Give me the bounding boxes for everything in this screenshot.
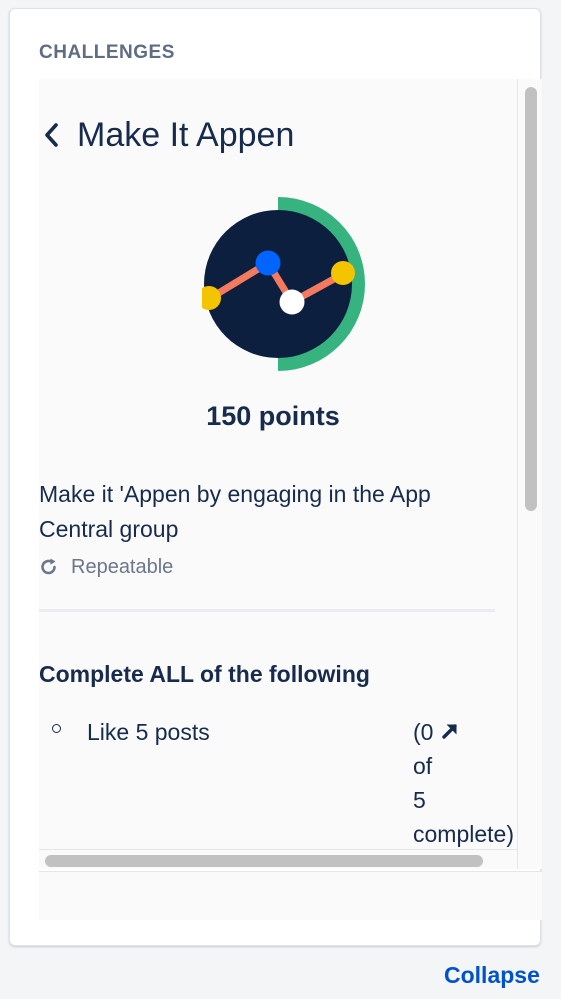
repeatable-label: Repeatable (71, 555, 174, 578)
badge-node-top (255, 250, 281, 276)
progress-of: of (413, 753, 433, 779)
requirement-label: Like 5 posts (87, 719, 210, 745)
arrow-up-right-icon[interactable] (439, 720, 461, 742)
panel-footer-area (39, 872, 542, 920)
progress-total: 5 (413, 787, 426, 813)
challenges-panel: CHALLENGES Make It Appen 150 points Make… (9, 8, 542, 946)
challenge-points: 150 points (206, 401, 340, 431)
horizontal-scrollbar[interactable] (39, 849, 517, 869)
vertical-scrollbar[interactable] (517, 79, 542, 869)
vertical-scrollbar-thumb[interactable] (525, 87, 537, 511)
chevron-left-icon (45, 123, 58, 147)
collapse-link[interactable]: Collapse (444, 962, 540, 989)
refresh-icon (41, 558, 56, 575)
badge-node-center (279, 289, 305, 315)
progress-status: complete) (413, 821, 514, 847)
challenge-detail: Make It Appen 150 points Make it 'Appen … (39, 79, 517, 849)
horizontal-scrollbar-thumb[interactable] (45, 855, 483, 867)
challenge-title: Make It Appen (77, 116, 295, 154)
requirement-progress: (0 of 5 complete) (413, 715, 517, 849)
challenge-scroll-area[interactable]: Make It Appen 150 points Make it 'Appen … (39, 79, 542, 869)
back-button[interactable] (41, 122, 63, 148)
requirement-item: Like 5 posts (0 of 5 complete) (39, 711, 517, 849)
requirements-heading: Complete ALL of the following (39, 661, 370, 687)
repeatable-indicator: Repeatable (39, 553, 173, 581)
progress-count: (0 (413, 719, 434, 745)
badge-node-right (331, 261, 355, 285)
section-divider (39, 609, 495, 612)
challenge-description: Make it 'Appen by engaging in the App Ce… (39, 481, 431, 542)
panel-title: CHALLENGES (39, 42, 175, 63)
circle-bullet-icon (52, 724, 61, 733)
challenge-badge (202, 197, 365, 371)
